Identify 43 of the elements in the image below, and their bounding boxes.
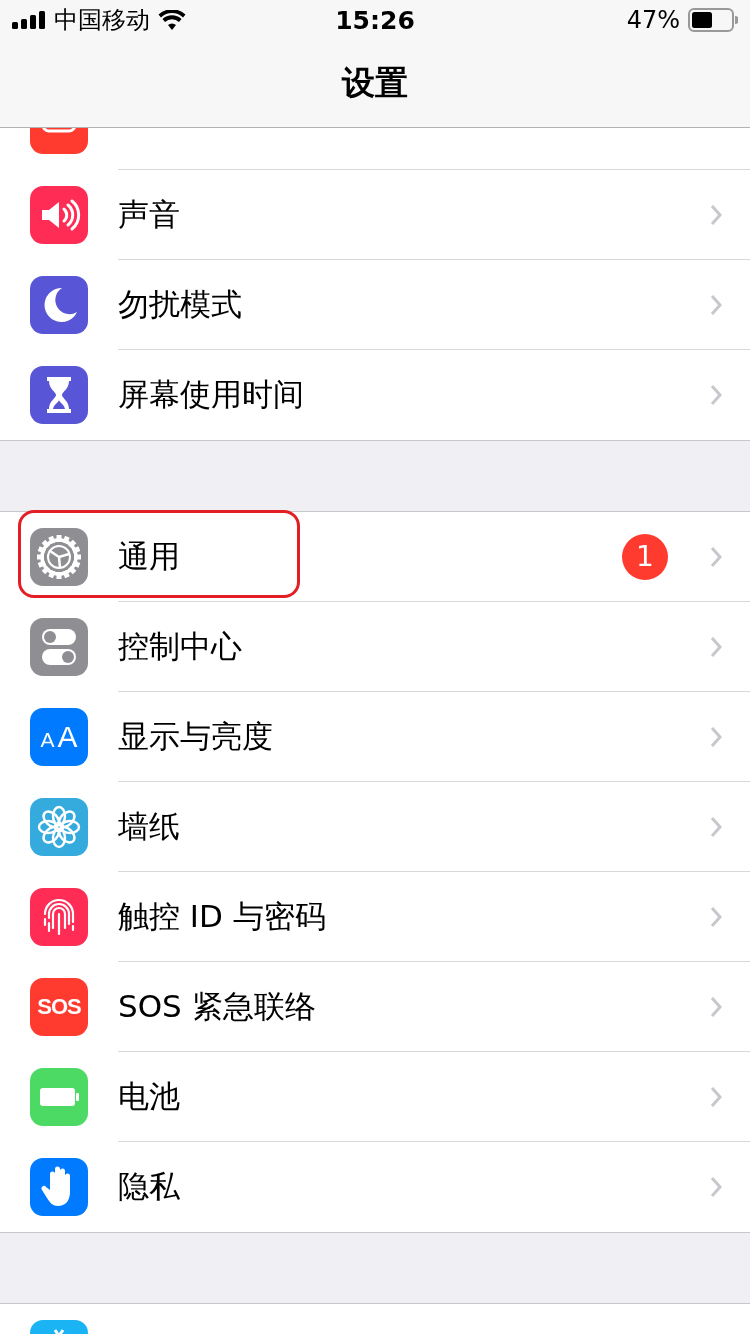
row-label: 控制中心: [118, 626, 243, 666]
settings-row[interactable]: SOS SOS 紧急联络: [0, 962, 750, 1052]
wifi-icon: [158, 10, 186, 30]
chevron-icon: [710, 293, 722, 316]
settings-row[interactable]: 控制中心: [0, 602, 750, 692]
row-label: 墙纸: [118, 806, 181, 846]
chevron-icon: [710, 905, 722, 928]
settings-row[interactable]: 通用 1: [0, 512, 750, 602]
chevron-icon: [710, 545, 722, 568]
chevron-icon: [710, 203, 722, 226]
chevron-icon: [710, 635, 722, 658]
row-label: 勿扰模式: [118, 284, 243, 324]
chevron-icon: [710, 725, 722, 748]
row-label: 显示与亮度: [118, 716, 274, 756]
row-label: 隐私: [118, 1167, 181, 1206]
battery-percent: 47%: [626, 6, 680, 34]
chevron-icon: [710, 1176, 722, 1198]
row-label: 触控 ID 与密码: [118, 896, 327, 936]
notification-badge: 1: [622, 533, 668, 580]
carrier-name: 中国移动: [54, 5, 150, 36]
chevron-icon: [710, 995, 722, 1018]
settings-row[interactable]: 声音: [0, 170, 750, 260]
text-icon: SOS: [30, 978, 88, 1036]
settings-row[interactable]: 隐私: [0, 1142, 750, 1232]
settings-row[interactable]: AA 显示与亮度: [0, 692, 750, 782]
settings-row[interactable]: 勿扰模式: [0, 260, 750, 350]
status-time: 15:26: [334, 5, 416, 35]
row-label: 通用: [118, 536, 181, 576]
settings-row[interactable]: 墙纸: [0, 782, 750, 872]
signal-icon: [12, 11, 46, 29]
settings-row[interactable]: 电池: [0, 1052, 750, 1142]
row-label: SOS 紧急联络: [118, 986, 317, 1026]
row-label: 电池: [118, 1076, 181, 1116]
row-label: 屏幕使用时间: [118, 375, 305, 414]
row-label: 声音: [118, 194, 181, 234]
battery-icon: [688, 8, 738, 32]
chevron-icon: [710, 1085, 722, 1108]
text-icon: AA: [30, 708, 88, 766]
chevron-icon: [710, 384, 722, 406]
settings-row[interactable]: 触控 ID 与密码: [0, 872, 750, 962]
screen-title: 设置: [342, 62, 408, 104]
chevron-icon: [710, 815, 722, 838]
settings-row[interactable]: 屏幕使用时间: [0, 350, 750, 440]
